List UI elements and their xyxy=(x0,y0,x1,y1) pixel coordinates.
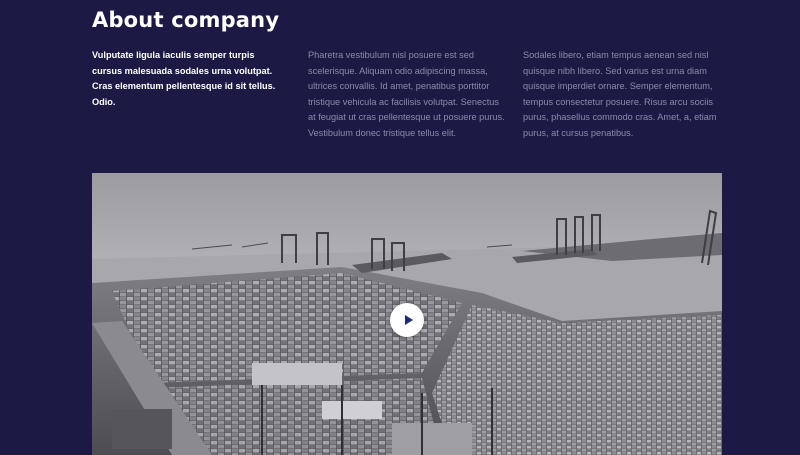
video-thumbnail[interactable] xyxy=(92,173,722,455)
about-company-section: About company Vulputate ligula iaculis s… xyxy=(0,0,800,455)
body-text-column-2: Sodales libero, etiam tempus aenean sed … xyxy=(523,50,717,138)
play-button[interactable] xyxy=(390,303,424,337)
section-title: About company xyxy=(92,8,280,32)
intro-text: Vulputate ligula iaculis semper turpis c… xyxy=(92,50,276,107)
body-text-column-1: Pharetra vestibulum nisl posuere est sed… xyxy=(308,50,505,138)
play-icon xyxy=(404,315,413,325)
